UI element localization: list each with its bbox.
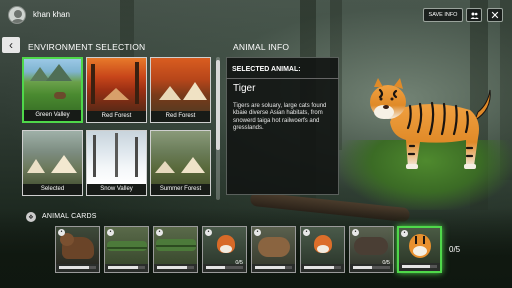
snow-valley-thumbnail: [87, 131, 146, 184]
avatar[interactable]: [8, 6, 26, 24]
green-valley-thumbnail: [24, 59, 81, 110]
chevron-left-icon: ‹: [9, 38, 13, 52]
close-button[interactable]: ✕: [487, 8, 503, 22]
animal-card-crocodile-1[interactable]: •: [104, 226, 149, 273]
animal-card-fox-2[interactable]: •: [300, 226, 345, 273]
close-icon: ✕: [490, 9, 500, 22]
card-progress: [108, 266, 145, 269]
tiger-model: [370, 78, 491, 169]
card-progress: [206, 266, 243, 269]
card-badge: •: [156, 229, 163, 236]
card-badge: •: [58, 229, 65, 236]
environment-section-title: ENVIRONMENT SELECTION: [28, 42, 146, 52]
divider: [226, 78, 339, 79]
env-card-label: Green Valley: [24, 110, 81, 121]
env-scrollbar-thumb[interactable]: [216, 60, 220, 150]
card-badge: •: [401, 230, 408, 237]
camp-thumbnail: [23, 131, 82, 184]
card-badge: •: [352, 229, 359, 236]
card-badge: •: [303, 229, 310, 236]
animal-info-section-title: ANIMAL INFO: [233, 42, 290, 52]
env-card-red-forest-1[interactable]: Red Forest: [86, 57, 147, 123]
card-progress: [255, 266, 292, 269]
back-button[interactable]: ‹: [2, 37, 20, 53]
env-card-summer-forest[interactable]: Summer Forest: [150, 130, 211, 196]
animal-card-capybara[interactable]: •: [251, 226, 296, 273]
summer-forest-thumbnail: [151, 131, 210, 184]
red-forest-thumbnail: [87, 58, 146, 111]
collection-count: 0/5: [449, 245, 461, 254]
animal-cards-title: ANIMAL CARDS: [42, 213, 97, 220]
env-card-red-forest-2[interactable]: Red Forest: [150, 57, 211, 123]
card-badge: •: [107, 229, 114, 236]
card-progress: [304, 266, 341, 269]
env-card-selected[interactable]: Selected: [22, 130, 83, 196]
red-forest-camp-thumbnail: [151, 58, 210, 111]
card-progress: [157, 266, 194, 269]
card-badge: •: [254, 229, 261, 236]
animal-card-boar[interactable]: • 0/5: [349, 226, 394, 273]
env-card-label: Red Forest: [87, 111, 146, 122]
env-card-label: Red Forest: [151, 111, 210, 122]
card-progress: [59, 266, 96, 269]
animal-card-tiger[interactable]: •: [397, 226, 442, 273]
selected-animal-label: SELECTED ANIMAL:: [232, 66, 301, 73]
animal-card-fox-1[interactable]: • 0/5: [202, 226, 247, 273]
username: khan khan: [33, 10, 70, 19]
env-card-snow-valley[interactable]: Snow Valley: [86, 130, 147, 196]
animal-name: Tiger: [233, 83, 256, 94]
animal-card-crocodile-2[interactable]: •: [153, 226, 198, 273]
save-info-button[interactable]: SAVE INFO: [423, 8, 463, 22]
card-progress: [353, 266, 390, 269]
top-bar: khan khan SAVE INFO ✕: [0, 0, 512, 32]
people-icon: [470, 12, 479, 19]
animal-card-bear[interactable]: •: [55, 226, 100, 273]
env-card-label: Selected: [23, 184, 82, 195]
card-progress: [402, 265, 437, 268]
people-button[interactable]: [466, 8, 482, 22]
card-badge: •: [205, 229, 212, 236]
env-card-label: Snow Valley: [87, 184, 146, 195]
env-card-green-valley[interactable]: Green Valley: [22, 57, 83, 123]
animal-description: Tigers are soluary, large cats found kba…: [233, 103, 327, 131]
paw-icon: ❖: [26, 212, 36, 222]
env-card-label: Summer Forest: [151, 184, 210, 195]
